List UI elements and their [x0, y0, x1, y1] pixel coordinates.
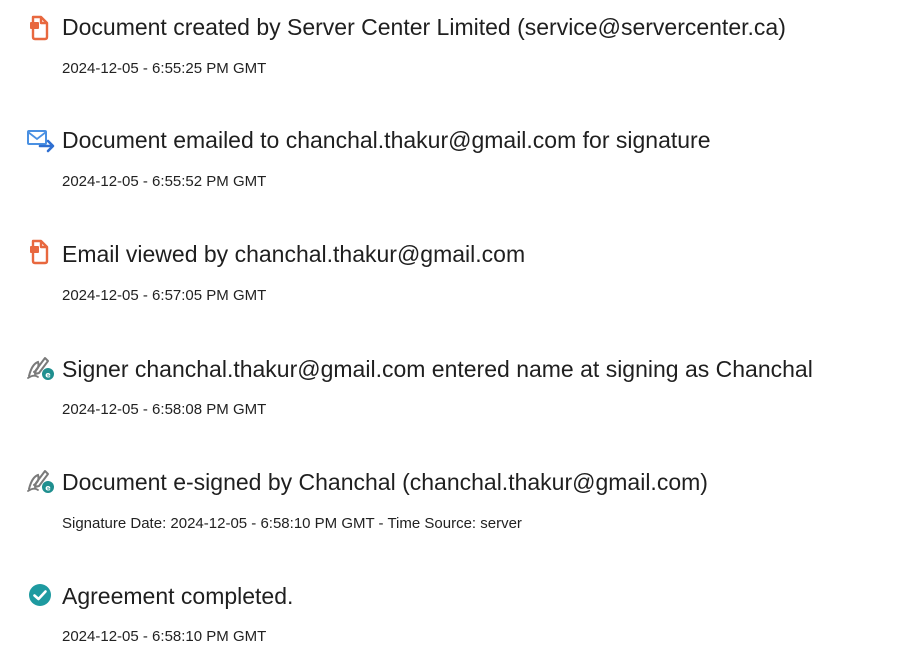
- event-title: Email viewed by chanchal.thakur@gmail.co…: [62, 241, 526, 267]
- email-sent-icon: [26, 126, 55, 154]
- event-timestamp: 2024-12-05 - 6:58:10 PM GMT: [62, 628, 267, 645]
- document-icon: [26, 14, 54, 42]
- event-title: Agreement completed.: [62, 583, 294, 609]
- event-title: Signer chanchal.thakur@gmail.com entered…: [62, 356, 813, 382]
- event-title: Document e-signed by Chanchal (chanchal.…: [62, 469, 708, 495]
- event-title: Document emailed to chanchal.thakur@gmai…: [62, 127, 711, 153]
- event-timestamp: 2024-12-05 - 6:57:05 PM GMT: [62, 287, 267, 304]
- event-signature-details: Signature Date: 2024-12-05 - 6:58:10 PM …: [62, 515, 522, 532]
- svg-text:e: e: [45, 371, 51, 380]
- e-sign-pen-icon: e: [26, 467, 54, 495]
- e-sign-pen-icon: e: [26, 354, 54, 382]
- event-timestamp: 2024-12-05 - 6:58:08 PM GMT: [62, 401, 267, 418]
- audit-trail: Document created by Server Center Limite…: [0, 0, 918, 652]
- event-timestamp: 2024-12-05 - 6:55:52 PM GMT: [62, 173, 267, 190]
- check-circle-icon: [26, 581, 54, 609]
- svg-text:e: e: [45, 484, 51, 493]
- document-icon: [26, 238, 54, 266]
- event-timestamp: 2024-12-05 - 6:55:25 PM GMT: [62, 60, 267, 77]
- event-title: Document created by Server Center Limite…: [62, 14, 786, 40]
